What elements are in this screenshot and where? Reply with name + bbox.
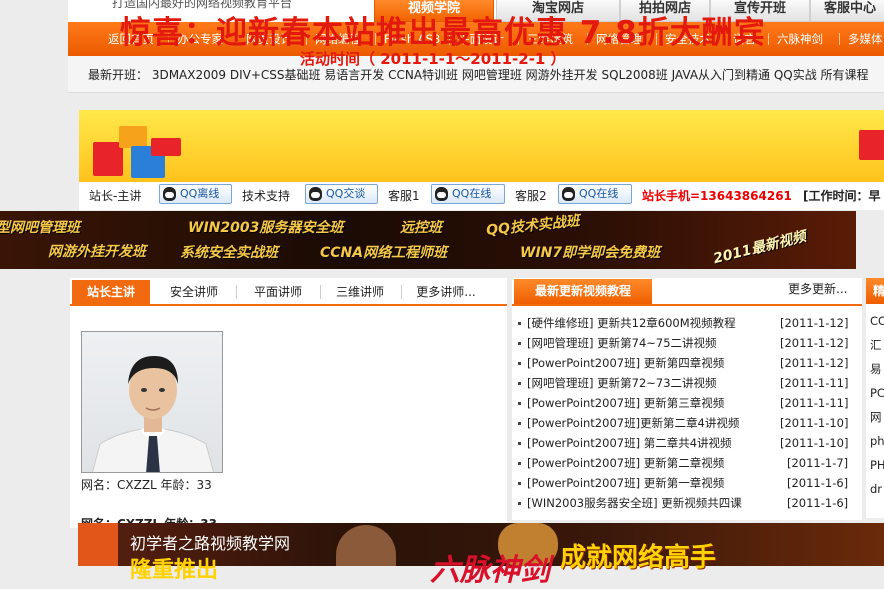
update-date: [2011-1-12]: [780, 336, 849, 350]
flame-decoration: [78, 523, 118, 566]
bullet-icon: [518, 422, 521, 425]
update-item[interactable]: [PowerPoint2007班] 第二章共4讲视频: [518, 433, 732, 453]
update-item[interactable]: [硬件维修班] 更新共12章600M视频教程: [518, 313, 736, 333]
bullet-icon: [518, 362, 521, 365]
update-date: [2011-1-6]: [787, 476, 849, 490]
update-item[interactable]: [PowerPoint2007班] 更新第一章视频: [518, 473, 724, 493]
tab-graphic-lecturer[interactable]: 平面讲师: [240, 280, 316, 304]
update-date: [2011-1-11]: [780, 396, 849, 410]
update-date: [2011-1-6]: [787, 496, 849, 510]
ad-class-item: 网游外挂开发班: [48, 244, 146, 260]
ad-class-item: WIN7即学即会免费班: [520, 245, 661, 261]
bullet-icon: [518, 402, 521, 405]
update-date: [2011-1-12]: [780, 356, 849, 370]
update-item[interactable]: [WIN2003服务器安全班] 更新视频共四课: [518, 493, 742, 513]
tab-customer-service[interactable]: 客服中心: [810, 0, 884, 22]
update-item[interactable]: [网吧管理班] 更新第72~73二讲视频: [518, 373, 717, 393]
right-panel-item[interactable]: PC: [870, 386, 884, 400]
update-item[interactable]: [PowerPoint2007班]更新第二章4讲视频: [518, 413, 739, 433]
tab-more-lecturers[interactable]: 更多讲师...: [404, 280, 488, 304]
update-item[interactable]: [网吧管理班] 更新第74~75二讲视频: [518, 333, 717, 353]
qq-penguin-icon: [562, 187, 575, 201]
banner-launch-text: 隆重推出: [130, 558, 219, 583]
right-panel-item[interactable]: 汇: [870, 337, 884, 353]
bullet-icon: [518, 442, 521, 445]
lecturer-label: 站长-主讲: [89, 189, 142, 203]
work-hours: [工作时间：早: [803, 189, 881, 203]
lecturer-profile: 网名：CXZZL 年龄：33: [81, 478, 212, 492]
ad-class-item: CCNA网络工程师班: [320, 245, 448, 261]
gift-box-icon: [151, 138, 181, 156]
update-date: [2011-1-10]: [780, 416, 849, 430]
ad-class-item: 型网吧管理班: [0, 220, 80, 236]
update-item[interactable]: [PowerPoint2007班] 更新第四章视频: [518, 353, 724, 373]
gift-box-icon: [119, 126, 147, 148]
updates-title: 最新更新视频教程: [514, 279, 652, 304]
ad-class-item: QQ技术实战班: [485, 213, 581, 239]
qq-online-button-1[interactable]: QQ在线: [431, 184, 505, 204]
update-date: [2011-1-7]: [787, 456, 849, 470]
update-item[interactable]: [PowerPoint2007班] 更新第三章视频: [518, 393, 724, 413]
character-figure: [336, 525, 396, 566]
class-ad-banner[interactable]: 型网吧管理班 WIN2003服务器安全班 远控班 QQ技术实战班 网游外挂开发班…: [0, 211, 856, 269]
banner-slogan: 成就网络高手: [560, 543, 717, 573]
ad-class-item: 2011最新视频: [711, 228, 808, 268]
qq-online-button-2[interactable]: QQ在线: [558, 184, 632, 204]
bullet-icon: [518, 462, 521, 465]
bullet-icon: [518, 322, 521, 325]
tab-owner-lecturer[interactable]: 站长主讲: [72, 280, 150, 304]
owner-phone: 站长手机=13643864261: [642, 189, 792, 203]
update-date: [2011-1-10]: [780, 436, 849, 450]
banner-site-name: 初学者之路视频教学网: [130, 534, 291, 553]
bullet-icon: [518, 342, 521, 345]
update-date: [2011-1-11]: [780, 376, 849, 390]
right-panel-item[interactable]: dr: [870, 482, 884, 496]
update-item[interactable]: [PowerPoint2007班] 更新第二章视频: [518, 453, 724, 473]
update-date: [2011-1-12]: [780, 316, 849, 330]
qq-penguin-icon: [163, 187, 176, 201]
cs1-label: 客服1: [388, 189, 420, 203]
ad-class-item: 系统安全实战班: [180, 245, 278, 261]
ad-class-item: WIN2003服务器安全班: [188, 220, 344, 236]
lecturer-photo[interactable]: [81, 331, 223, 473]
right-panel-item[interactable]: ph: [870, 434, 884, 448]
more-updates-link[interactable]: 更多更新...: [788, 280, 847, 297]
qq-penguin-icon: [309, 187, 322, 201]
ad-class-item: 远控班: [400, 220, 442, 236]
qq-offline-button[interactable]: QQ离线: [159, 184, 232, 204]
support-label: 技术支持: [242, 189, 291, 203]
tab-3d-lecturer[interactable]: 三维讲师: [322, 280, 398, 304]
cs2-label: 客服2: [515, 189, 547, 203]
tab-security-lecturer[interactable]: 安全讲师: [156, 280, 232, 304]
qq-chat-button[interactable]: QQ交谈: [305, 184, 378, 204]
bullet-icon: [518, 382, 521, 385]
bullet-icon: [518, 502, 521, 505]
right-panel-item[interactable]: CC: [870, 314, 884, 328]
banner-subtitle: 活动时间（ 2011-1-1～2011-2-1 ）: [300, 50, 566, 68]
promo-banner[interactable]: [79, 110, 884, 182]
nav-six-swords[interactable]: 六脉神剑: [777, 22, 823, 56]
banner-title: 惊喜：迎新春本站推出最高优惠 7.8折大酬宾: [120, 15, 766, 51]
right-panel-title: 精: [866, 278, 884, 304]
right-panel-item[interactable]: 网: [870, 409, 884, 425]
qq-penguin-icon: [435, 187, 448, 201]
banner-product-name: 六脉神剑: [430, 553, 550, 588]
bullet-icon: [518, 482, 521, 485]
right-panel-item[interactable]: PH: [870, 458, 884, 472]
right-panel-item[interactable]: 易: [870, 361, 884, 377]
nav-multimedia[interactable]: 多媒体: [848, 22, 883, 56]
gift-box-icon: [859, 130, 884, 160]
